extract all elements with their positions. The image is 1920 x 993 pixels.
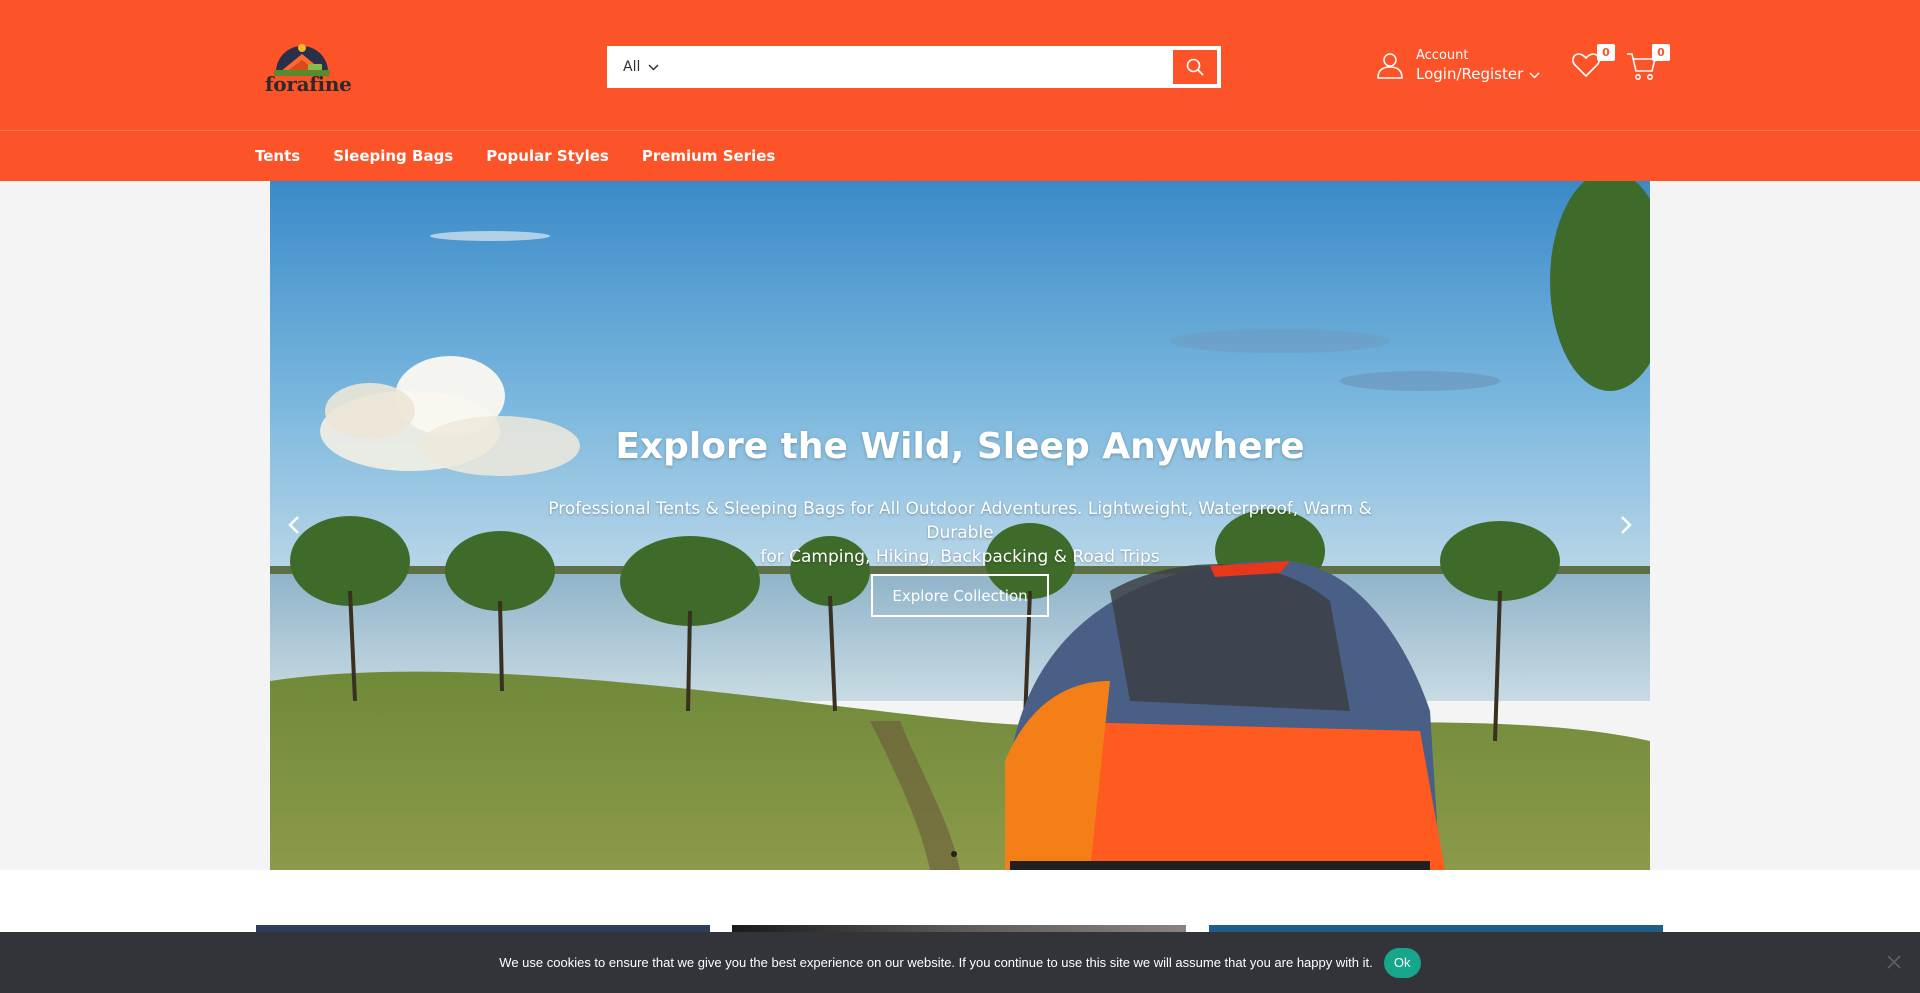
chevron-right-icon [1621,516,1632,534]
hero-subtitle: Professional Tents & Sleeping Bags for A… [535,497,1385,569]
hero-title: Explore the Wild, Sleep Anywhere [615,426,1305,467]
nav-item-sleeping-bags[interactable]: Sleeping Bags [333,147,453,165]
brand-name[interactable]: forafine [265,72,352,96]
search-bar: All [607,46,1221,88]
search-input[interactable] [661,48,1171,86]
cookie-notice: We use cookies to ensure that we give yo… [0,932,1920,993]
slider-prev-button[interactable] [282,509,306,541]
account-menu[interactable]: Account Login/Register [1376,46,1540,84]
wishlist-count-badge: 0 [1597,44,1615,61]
hero-subtitle-line-2: for Camping, Hiking, Backpacking & Road … [760,547,1160,567]
site-header: forafine All Account Login/Register 0 0 [0,0,1920,130]
chevron-down-icon [648,59,659,75]
hero-subtitle-line-1: Professional Tents & Sleeping Bags for A… [548,499,1372,543]
cookie-notice-text: We use cookies to ensure that we give yo… [499,955,1373,970]
nav-item-tents[interactable]: Tents [255,147,300,165]
login-register-link[interactable]: Login/Register [1416,65,1540,84]
nav-item-premium-series[interactable]: Premium Series [642,147,775,165]
close-icon [1887,955,1901,969]
slider-dot[interactable] [951,851,957,857]
explore-collection-button[interactable]: Explore Collection [871,574,1049,617]
account-label: Account [1416,48,1469,63]
search-category-select[interactable]: All [609,48,661,86]
slider-next-button[interactable] [1614,509,1638,541]
cookie-close-button[interactable] [1887,954,1903,970]
slider-dots [948,851,960,857]
user-icon [1377,53,1403,79]
hero-slider: Explore the Wild, Sleep Anywhere Profess… [270,181,1650,870]
cart-count-badge: 0 [1652,44,1670,61]
main-nav: Tents Sleeping Bags Popular Styles Premi… [0,130,1920,181]
chevron-left-icon [288,516,299,534]
chevron-down-icon [1529,65,1540,84]
search-button[interactable] [1171,48,1219,86]
cookie-ok-button[interactable]: Ok [1383,947,1421,978]
wishlist-button[interactable]: 0 [1571,44,1615,84]
login-register-label: Login/Register [1416,65,1524,83]
search-icon [1186,58,1204,76]
cart-button[interactable]: 0 [1626,44,1670,84]
nav-item-popular-styles[interactable]: Popular Styles [486,147,609,165]
search-category-label: All [623,59,641,75]
